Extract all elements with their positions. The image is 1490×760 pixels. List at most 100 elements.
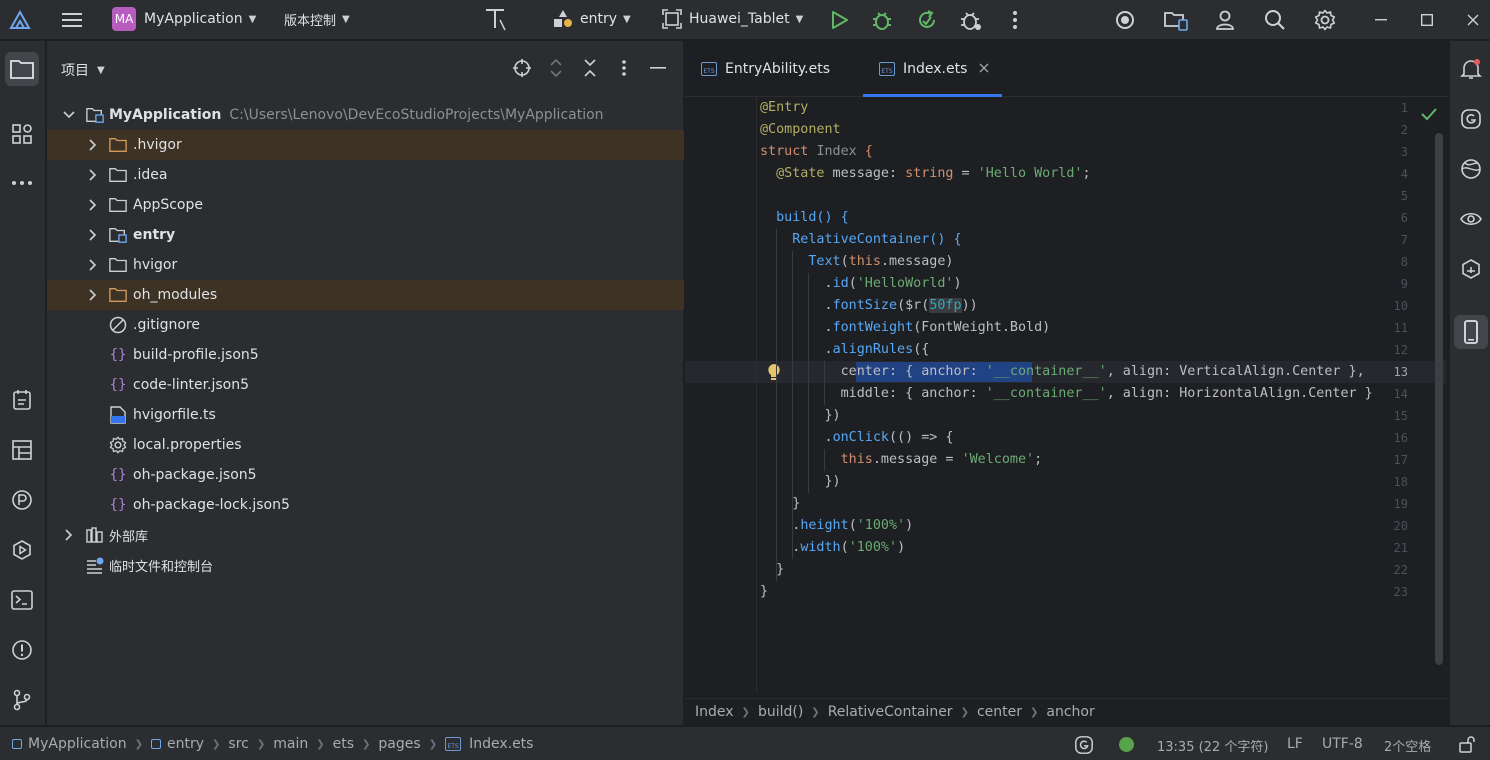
more-vertical-icon[interactable] bbox=[1001, 6, 1029, 34]
app-analyzer-icon[interactable] bbox=[1454, 252, 1488, 286]
tree-item-entry[interactable]: entry bbox=[47, 220, 684, 250]
app-logo-icon[interactable] bbox=[6, 6, 34, 34]
tree-item-hvigorfile[interactable]: hvigorfile.ts bbox=[47, 400, 684, 430]
breadcrumb-item[interactable]: build() bbox=[758, 704, 803, 720]
status-path-item[interactable]: MyApplication bbox=[28, 736, 127, 752]
structure-icon[interactable] bbox=[5, 117, 39, 151]
chevron-right-icon[interactable] bbox=[87, 169, 99, 181]
collapse-all-icon[interactable] bbox=[579, 57, 601, 79]
device-globe-icon[interactable] bbox=[1454, 152, 1488, 186]
device-selector[interactable]: Huawei_Tablet ▼ bbox=[662, 9, 803, 29]
tree-item-oh-package-lock[interactable]: {} oh-package-lock.json5 bbox=[47, 490, 684, 520]
tree-item-external-libraries[interactable]: 外部库 bbox=[47, 520, 684, 550]
project-folder-icon[interactable] bbox=[5, 52, 39, 86]
status-path-item[interactable]: Index.ets bbox=[469, 736, 533, 752]
chevron-right-icon[interactable] bbox=[63, 529, 75, 541]
attach-debugger-icon[interactable] bbox=[957, 6, 985, 34]
no-problems-check-icon[interactable] bbox=[1421, 107, 1437, 125]
minimize-window-icon[interactable] bbox=[1367, 6, 1395, 34]
maximize-window-icon[interactable] bbox=[1413, 6, 1441, 34]
account-icon[interactable] bbox=[1211, 6, 1239, 34]
terminal-icon[interactable] bbox=[5, 583, 39, 617]
close-tab-icon[interactable] bbox=[979, 61, 989, 77]
chevron-down-icon: ▼ bbox=[342, 14, 350, 25]
chevron-right-icon[interactable] bbox=[87, 139, 99, 151]
module-folder-icon bbox=[86, 106, 104, 124]
status-path-item[interactable]: entry bbox=[167, 736, 204, 752]
project-selector[interactable]: MA MyApplication ▼ bbox=[112, 7, 256, 31]
todo-icon[interactable] bbox=[5, 383, 39, 417]
code-line: .alignRules({ bbox=[824, 342, 930, 357]
tab-entryability[interactable]: ETS EntryAbility.ets bbox=[701, 41, 830, 97]
unlock-icon[interactable] bbox=[1458, 735, 1476, 757]
close-window-icon[interactable] bbox=[1459, 6, 1487, 34]
status-path-item[interactable]: pages bbox=[378, 736, 420, 752]
run-services-icon[interactable] bbox=[5, 533, 39, 567]
breadcrumb-item[interactable]: anchor bbox=[1046, 704, 1094, 720]
tree-item-oh-package[interactable]: {} oh-package.json5 bbox=[47, 460, 684, 490]
tree-item-label: local.properties bbox=[133, 437, 242, 453]
tree-item-local-properties[interactable]: local.properties bbox=[47, 430, 684, 460]
chevron-right-icon[interactable] bbox=[87, 259, 99, 271]
left-tool-strip bbox=[0, 41, 46, 725]
arkui-tool-icon[interactable] bbox=[482, 5, 510, 33]
tree-item-hvigor-dot[interactable]: .hvigor bbox=[47, 130, 684, 160]
debug-icon[interactable] bbox=[868, 6, 896, 34]
previewer-p-icon[interactable] bbox=[5, 483, 39, 517]
tree-item-build-profile[interactable]: {} build-profile.json5 bbox=[47, 340, 684, 370]
chevron-down-icon[interactable]: ▼ bbox=[97, 65, 105, 76]
run-config-selector[interactable]: entry ▼ bbox=[553, 9, 631, 29]
device-manager-icon[interactable] bbox=[1162, 6, 1190, 34]
tree-item-idea[interactable]: .idea bbox=[47, 160, 684, 190]
more-tools-icon[interactable] bbox=[5, 166, 39, 200]
options-more-icon[interactable] bbox=[613, 57, 635, 79]
caret-position[interactable]: 13:35 (22 个字符) bbox=[1157, 736, 1268, 755]
sync-status-dot-icon[interactable] bbox=[1119, 737, 1134, 752]
chevron-down-icon[interactable] bbox=[63, 109, 75, 121]
chevron-right-icon[interactable] bbox=[87, 199, 99, 211]
search-icon[interactable] bbox=[1261, 6, 1289, 34]
status-path-item[interactable]: main bbox=[273, 736, 308, 752]
notifications-bell-icon[interactable] bbox=[1454, 52, 1488, 86]
tree-root-row[interactable]: MyApplication C:\Users\Lenovo\DevEcoStudi… bbox=[47, 100, 684, 130]
vcs-selector[interactable]: 版本控制 ▼ bbox=[284, 10, 350, 29]
status-path-item[interactable]: src bbox=[228, 736, 248, 752]
tree-item-scratches[interactable]: 临时文件和控制台 bbox=[47, 550, 684, 580]
tree-item-label: oh_modules bbox=[133, 287, 218, 303]
problems-icon[interactable] bbox=[5, 633, 39, 667]
breadcrumb-item[interactable]: center bbox=[977, 704, 1022, 720]
hide-panel-icon[interactable] bbox=[647, 57, 669, 79]
breadcrumb-item[interactable]: Index bbox=[695, 704, 734, 720]
chevron-right-icon[interactable] bbox=[87, 289, 99, 301]
expand-all-icon[interactable] bbox=[545, 57, 567, 79]
profiler-icon[interactable] bbox=[1111, 6, 1139, 34]
previewer-device-icon[interactable] bbox=[1454, 315, 1488, 349]
line-separator[interactable]: LF bbox=[1287, 736, 1303, 752]
chevron-right-icon: ❯ bbox=[212, 738, 221, 750]
main-menu-icon[interactable] bbox=[58, 6, 86, 34]
tree-item-hvigor[interactable]: hvigor bbox=[47, 250, 684, 280]
scratches-icon bbox=[86, 556, 104, 574]
git-branch-icon[interactable] bbox=[5, 683, 39, 717]
preview-eye-icon[interactable] bbox=[1454, 202, 1488, 236]
tab-index[interactable]: ETS Index.ets bbox=[863, 41, 1002, 97]
apply-changes-icon[interactable] bbox=[913, 6, 941, 34]
code-view[interactable]: 1 2 3 4 5 6 7 8 9 10 11 12 13 14 15 16 1… bbox=[685, 97, 1448, 693]
run-icon[interactable] bbox=[825, 6, 853, 34]
layout-table-icon[interactable] bbox=[5, 433, 39, 467]
tree-item-appscope[interactable]: AppScope bbox=[47, 190, 684, 220]
tree-item-code-linter[interactable]: {} code-linter.json5 bbox=[47, 370, 684, 400]
tree-item-gitignore[interactable]: .gitignore bbox=[47, 310, 684, 340]
project-panel-title[interactable]: 项目 bbox=[61, 60, 89, 80]
codegenie-g-icon[interactable] bbox=[1454, 102, 1488, 136]
locate-file-icon[interactable] bbox=[511, 57, 533, 79]
codegenie-status-icon[interactable] bbox=[1074, 735, 1094, 759]
file-encoding[interactable]: UTF-8 bbox=[1322, 736, 1363, 752]
editor-scrollbar[interactable] bbox=[1435, 133, 1443, 665]
breadcrumb-item[interactable]: RelativeContainer bbox=[828, 704, 953, 720]
settings-gear-icon[interactable] bbox=[1311, 6, 1339, 34]
tree-item-oh-modules[interactable]: oh_modules bbox=[47, 280, 684, 310]
chevron-right-icon[interactable] bbox=[87, 229, 99, 241]
indent-setting[interactable]: 2个空格 bbox=[1384, 736, 1431, 755]
status-path-item[interactable]: ets bbox=[333, 736, 354, 752]
